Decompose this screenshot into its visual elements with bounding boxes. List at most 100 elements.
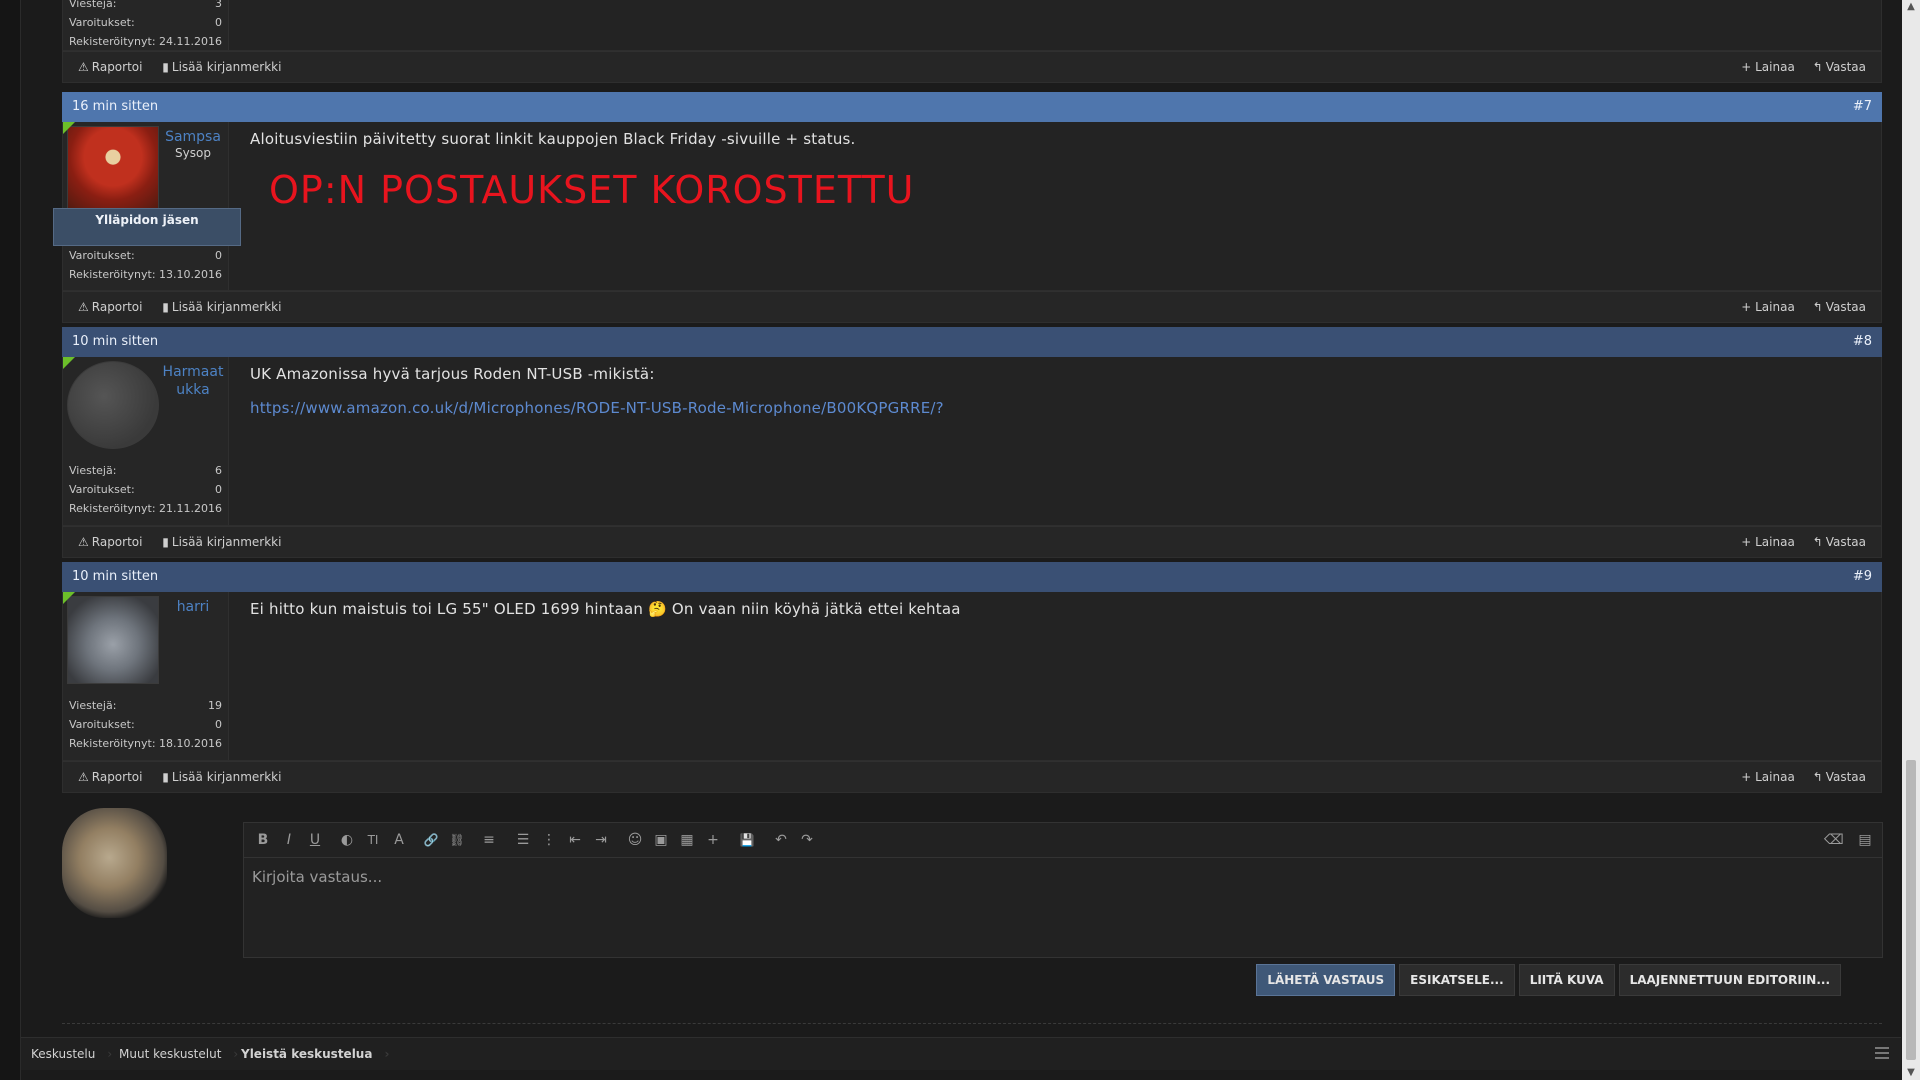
report-label: Raportoi (91, 300, 143, 314)
bookmark-label: Lisää kirjanmerkki (171, 60, 282, 74)
reply-button[interactable]: ↰ Vastaa (1813, 300, 1866, 314)
bookmark-button[interactable]: ▮ Lisää kirjanmerkki (162, 770, 281, 784)
menu-icon[interactable] (1875, 1047, 1889, 1059)
post-number[interactable]: #7 (1853, 92, 1872, 122)
reply-button[interactable]: ↰ Vastaa (1813, 770, 1866, 784)
report-button[interactable]: ⚠ Raportoi (78, 770, 142, 784)
outdent-icon[interactable]: ⇤ (566, 831, 584, 849)
forum-page: Viestejä: 3 Varoitukset: 0 Rekisteröitynyt… (20, 0, 1904, 1080)
post-body: harri Viestejä: 19 Varoitukset: 0 Rekister… (62, 592, 1882, 761)
undo-icon[interactable]: ↶ (772, 831, 790, 849)
stat-row: Viestejä: 19 (63, 696, 228, 715)
post-number[interactable]: #8 (1853, 327, 1872, 357)
username[interactable]: Harmaatukka (159, 363, 227, 399)
quote-button[interactable]: + Lainaa (1741, 770, 1795, 784)
color-icon[interactable]: ◐ (338, 831, 356, 849)
stat-value: 24.11.2016 (159, 35, 222, 48)
divider (62, 1023, 1882, 1024)
report-button[interactable]: ⚠ Raportoi (78, 300, 142, 314)
reply-button[interactable]: ↰ Vastaa (1813, 535, 1866, 549)
reply-textarea[interactable]: Kirjoita vastaus... (243, 858, 1883, 958)
attach-image-button[interactable]: LIITÄ KUVA (1518, 964, 1615, 996)
reply-icon: ↰ (1812, 300, 1823, 314)
stat-value: 0 (215, 718, 222, 731)
stat-label: Rekisteröitynyt: (69, 502, 156, 515)
post-time[interactable]: 10 min sitten (72, 569, 158, 584)
quote-button[interactable]: + Lainaa (1741, 60, 1795, 74)
bullet-list-icon[interactable]: ☰ (514, 831, 532, 849)
preview-button[interactable]: ESIKATSELE... (1399, 964, 1515, 996)
indent-icon[interactable]: ⇥ (592, 831, 610, 849)
reply-label: Vastaa (1825, 770, 1866, 784)
highlight-annotation: OP:N POSTAUKSET KOROSTETTU (269, 168, 915, 212)
online-indicator (63, 122, 75, 134)
send-reply-button[interactable]: LÄHETÄ VASTAUS (1256, 964, 1396, 996)
source-icon[interactable]: ▤ (1856, 831, 1874, 849)
post-9: 10 min sitten #9 harri Viestejä: 19 Varoi… (62, 562, 1882, 793)
online-indicator (63, 357, 75, 369)
redo-icon[interactable]: ↷ (798, 831, 816, 849)
quote-button[interactable]: + Lainaa (1741, 300, 1795, 314)
avatar[interactable] (67, 596, 159, 684)
media-icon[interactable]: ▦ (678, 831, 696, 849)
username[interactable]: Sampsa (159, 128, 227, 146)
avatar[interactable] (67, 126, 159, 214)
font-icon[interactable]: A (390, 831, 408, 849)
insert-icon[interactable]: + (704, 831, 722, 849)
username[interactable]: harri (159, 598, 227, 616)
stat-value: 0 (215, 249, 222, 262)
reply-button[interactable]: ↰ Vastaa (1813, 60, 1866, 74)
stat-row: Varoitukset: 0 (63, 246, 228, 265)
scrollbar-thumb[interactable] (1906, 760, 1916, 1060)
current-user-avatar (62, 808, 167, 918)
align-icon[interactable]: ≡ (480, 831, 498, 849)
post-actions: ⚠ Raportoi ▮ Lisää kirjanmerkki + Lainaa ↰… (62, 526, 1882, 558)
bookmark-button[interactable]: ▮ Lisää kirjanmerkki (162, 535, 281, 549)
breadcrumb-item[interactable]: Keskustelu › (31, 1038, 112, 1070)
report-button[interactable]: ⚠ Raportoi (78, 60, 142, 74)
stat-value: 18.10.2016 (159, 737, 222, 750)
advanced-editor-button[interactable]: LAAJENNETTUUN EDITORIIN... (1618, 964, 1841, 996)
breadcrumb-item[interactable]: Yleistä keskustelua › (241, 1038, 389, 1070)
stat-row: Viestejä: 3 (63, 0, 228, 13)
warning-icon: ⚠ (78, 300, 89, 314)
post-header: 16 min sitten #7 (62, 92, 1882, 122)
reply-label: Vastaa (1825, 60, 1866, 74)
post-link[interactable]: https://www.amazon.co.uk/d/Microphones/R… (250, 399, 944, 417)
bookmark-button[interactable]: ▮ Lisää kirjanmerkki (162, 60, 281, 74)
bookmark-icon: ▮ (162, 770, 169, 784)
user-column: Sampsa Sysop Ylläpidon jäsen Varoitukset… (53, 122, 241, 290)
image-icon[interactable]: ▣ (652, 831, 670, 849)
stat-row: Rekisteröitynyt: 18.10.2016 (63, 734, 228, 753)
post-number[interactable]: #9 (1853, 562, 1872, 592)
scroll-down-icon[interactable]: ▼ (1902, 1066, 1920, 1080)
reply-icon: ↰ (1812, 535, 1823, 549)
eraser-icon[interactable]: ⌫ (1824, 831, 1844, 849)
reply-label: Vastaa (1825, 300, 1866, 314)
bookmark-button[interactable]: ▮ Lisää kirjanmerkki (162, 300, 281, 314)
underline-icon[interactable]: U (306, 831, 324, 849)
post-time[interactable]: 10 min sitten (72, 334, 158, 349)
unlink-icon[interactable]: ⛓ (448, 831, 466, 849)
stat-label: Varoitukset: (69, 249, 135, 262)
stat-label: Viestejä: (69, 464, 117, 477)
post-time[interactable]: 16 min sitten (72, 99, 158, 114)
numbered-list-icon[interactable]: ⋮ (540, 831, 558, 849)
bold-icon[interactable]: B (254, 831, 272, 849)
stat-row: Rekisteröitynyt: 21.11.2016 (63, 499, 228, 518)
report-button[interactable]: ⚠ Raportoi (78, 535, 142, 549)
avatar[interactable] (67, 361, 159, 449)
breadcrumb-item[interactable]: Muut keskustelut › (119, 1038, 238, 1070)
post-actions: ⚠ Raportoi ▮ Lisää kirjanmerkki + Lainaa ↰… (62, 761, 1882, 793)
quote-button[interactable]: + Lainaa (1741, 535, 1795, 549)
smiley-icon[interactable]: ☺ (626, 831, 644, 849)
online-indicator (63, 592, 75, 604)
save-draft-icon[interactable]: 💾 (738, 831, 756, 849)
scroll-up-icon[interactable]: ▲ (1902, 0, 1920, 14)
user-stats: Viestejä: 6 Varoitukset: 0 Rekisteröitynyt… (63, 461, 228, 518)
scrollbar[interactable]: ▲ ▼ (1902, 0, 1920, 1080)
bookmark-label: Lisää kirjanmerkki (171, 535, 282, 549)
link-icon[interactable]: 🔗 (422, 831, 440, 849)
font-size-icon[interactable]: TI (364, 831, 382, 849)
italic-icon[interactable]: I (280, 831, 298, 849)
